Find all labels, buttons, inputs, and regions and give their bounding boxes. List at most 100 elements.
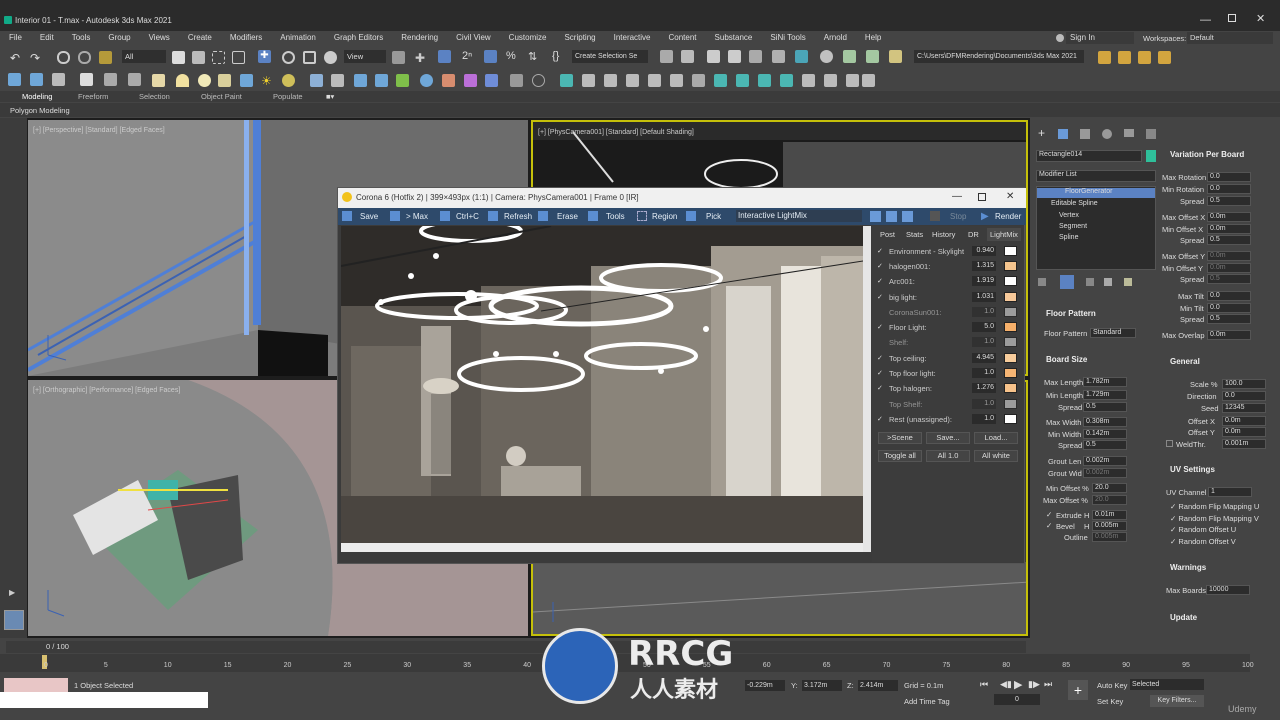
render-production-icon[interactable]: [889, 50, 902, 63]
project-path-field[interactable]: C:\Users\DFMRendering\Documents\3ds Max …: [914, 50, 1084, 63]
ribbon-options-icon[interactable]: ■▾: [326, 92, 334, 101]
multimap-icon[interactable]: [442, 74, 455, 87]
add-folder-icon[interactable]: [1158, 51, 1171, 64]
scatter-icon[interactable]: [310, 74, 323, 87]
lightmix-checkbox[interactable]: ✓: [877, 323, 884, 331]
stack-item-floor-generator[interactable]: FloorGenerator: [1037, 188, 1155, 198]
ribbon-tab-freeform[interactable]: Freeform: [78, 92, 108, 101]
object-color-swatch[interactable]: [1146, 150, 1156, 162]
toolbar2-icon-14[interactable]: [670, 74, 683, 87]
min-offset-x-field[interactable]: 0.0m: [1207, 224, 1251, 234]
open-folder-icon[interactable]: [1098, 51, 1111, 64]
rect-selection-icon[interactable]: [212, 51, 225, 64]
save-button[interactable]: Save: [360, 212, 378, 221]
lightmix-value[interactable]: 1.315: [972, 261, 996, 271]
place-icon[interactable]: [324, 51, 337, 64]
toolbar2-icon-7[interactable]: [510, 74, 523, 87]
viewport-label-ortho[interactable]: [+] [Orthographic] [Performance] [Edged …: [33, 387, 180, 394]
lightmix-value[interactable]: 4.945: [972, 353, 996, 363]
random-offset-v-checkbox[interactable]: ✓ Random Offset V: [1170, 537, 1236, 546]
refresh-button[interactable]: Refresh: [504, 212, 532, 221]
configure-sets-icon[interactable]: [1124, 278, 1132, 286]
min-offset-field[interactable]: 20.0: [1092, 483, 1127, 493]
chaos-scatter-icon[interactable]: [396, 74, 409, 87]
stack-item-editable-spline[interactable]: Editable Spline: [1051, 200, 1098, 207]
auto-key-button[interactable]: Auto Key: [1097, 681, 1127, 690]
curve-editor-icon[interactable]: [772, 50, 785, 63]
to-scene-button[interactable]: >Scene: [878, 432, 922, 444]
set-key-big-icon[interactable]: +: [1068, 680, 1088, 700]
stack-item-spline[interactable]: Spline: [1059, 234, 1078, 241]
vfb-close-button[interactable]: ✕: [1006, 191, 1014, 202]
lightmix-value[interactable]: 1.0: [972, 307, 996, 317]
render-vertical-scrollbar[interactable]: [863, 226, 871, 552]
ribbon-tab-populate[interactable]: Populate: [273, 92, 303, 101]
lightmix-value[interactable]: 0.940: [972, 246, 996, 256]
ribbon-tab-modeling[interactable]: Modeling: [22, 92, 52, 101]
lightmix-value[interactable]: 1.919: [972, 276, 996, 286]
keyboard-shortcut-icon[interactable]: [438, 50, 451, 63]
toggle-layer-explorer-icon[interactable]: [728, 50, 741, 63]
lightmix-color-swatch[interactable]: [1004, 383, 1017, 393]
weld-threshold-field[interactable]: 0.001m: [1222, 439, 1266, 449]
maxscript-listener[interactable]: [4, 678, 68, 692]
lightmix-color-swatch[interactable]: [1004, 261, 1017, 271]
general-header[interactable]: General: [1170, 357, 1200, 366]
lightmix-value[interactable]: 1.276: [972, 383, 996, 393]
link-icon[interactable]: [57, 51, 70, 64]
layered-mtl-icon[interactable]: [464, 74, 477, 87]
menu-rendering[interactable]: Rendering: [401, 31, 438, 45]
offset-x-field[interactable]: 0.0m: [1222, 416, 1266, 426]
dome-light-icon[interactable]: [176, 74, 189, 87]
outline-field[interactable]: 0.005m: [1092, 532, 1127, 542]
floor-pattern-dropdown[interactable]: Standard: [1090, 328, 1136, 338]
menu-help[interactable]: Help: [865, 31, 881, 45]
ref-coord-dropdown[interactable]: View: [344, 50, 386, 63]
ribbon-tab-selection[interactable]: Selection: [139, 92, 170, 101]
rotate-icon[interactable]: [282, 51, 295, 64]
vfb-minimize-button[interactable]: —: [952, 191, 962, 202]
time-slider[interactable]: 0 / 100: [6, 641, 1026, 653]
menu-civil-view[interactable]: Civil View: [456, 31, 491, 45]
pick-icon[interactable]: [686, 211, 696, 221]
toolbar2-icon-11[interactable]: [604, 74, 617, 87]
region-button[interactable]: Region: [652, 212, 677, 221]
lightmix-color-swatch[interactable]: [1004, 276, 1017, 286]
menu-scripting[interactable]: Scripting: [564, 31, 595, 45]
lightmix-checkbox[interactable]: ✓: [877, 247, 884, 255]
max-boards-field[interactable]: 10000: [1206, 585, 1250, 595]
floor-pattern-header[interactable]: Floor Pattern: [1046, 309, 1096, 318]
tools-button[interactable]: Tools: [606, 212, 625, 221]
minimize-button[interactable]: —: [1200, 14, 1211, 26]
render-button[interactable]: Render: [995, 212, 1021, 221]
toolbar2-icon-15[interactable]: [692, 74, 705, 87]
lightmix-color-swatch[interactable]: [1004, 307, 1017, 317]
set-key-button[interactable]: Set Key: [1097, 697, 1123, 706]
lightmix-load-button[interactable]: Load...: [974, 432, 1018, 444]
lightmix-checkbox[interactable]: ✓: [877, 354, 884, 362]
workspace-dropdown[interactable]: Default: [1187, 32, 1273, 44]
seed-field[interactable]: 12345: [1222, 403, 1266, 413]
toggle-ribbon-icon[interactable]: [749, 50, 762, 63]
zoom-in-icon[interactable]: [870, 211, 881, 222]
offset-y-spread-field[interactable]: 0.5: [1207, 274, 1251, 284]
toggle-all-button[interactable]: Toggle all: [878, 450, 922, 462]
tab-post[interactable]: Post: [880, 230, 895, 239]
min-tilt-field[interactable]: 0.0: [1207, 303, 1251, 313]
direction-field[interactable]: 0.0: [1222, 391, 1266, 401]
random-offset-u-checkbox[interactable]: ✓ Random Offset U: [1170, 525, 1236, 534]
named-selection-edit-icon[interactable]: {}: [552, 50, 565, 63]
mirror-icon[interactable]: [660, 50, 673, 63]
hierarchy-tab-icon[interactable]: [1080, 129, 1090, 139]
render-icon[interactable]: ▶: [981, 211, 989, 222]
menu-tools[interactable]: Tools: [72, 31, 91, 45]
lightmix-checkbox[interactable]: [877, 400, 884, 407]
decal-icon[interactable]: [354, 74, 367, 87]
lightmix-checkbox[interactable]: [877, 338, 884, 345]
zoom-out-icon[interactable]: [886, 211, 897, 222]
zoom-fit-icon[interactable]: [902, 211, 913, 222]
lightmix-checkbox[interactable]: ✓: [877, 415, 884, 423]
cone-light-icon[interactable]: [218, 74, 231, 87]
lightmix-color-swatch[interactable]: [1004, 353, 1017, 363]
lightmix-checkbox[interactable]: ✓: [877, 369, 884, 377]
